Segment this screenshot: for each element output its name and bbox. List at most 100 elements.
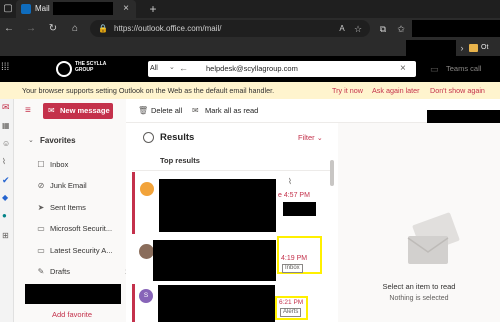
folder-label: Inbox — [50, 160, 69, 169]
select-all-checkbox[interactable] — [143, 132, 154, 143]
default-handler-banner: Your browser supports setting Outlook on… — [0, 82, 500, 99]
unread-indicator — [132, 284, 135, 322]
reading-pane-subtitle: Nothing is selected — [389, 295, 449, 302]
new-message-button[interactable]: ✉ New message — [43, 103, 113, 119]
mail-icon[interactable]: ✉ — [2, 102, 12, 112]
more-favorites-chevron-icon[interactable]: › — [458, 41, 466, 55]
scylla-logo-icon — [56, 61, 72, 77]
app-rail: ✉ ▦ ☺ ⌇ ✔ ◆ ● ⊞ — [0, 99, 14, 322]
results-header: Results — [160, 132, 195, 143]
folder-label: Sent Items — [50, 203, 86, 212]
favorite-star-icon[interactable]: ☆ — [352, 22, 364, 35]
message-item[interactable]: 4:19 PM Inbox — [132, 236, 330, 284]
extension-icon[interactable]: ⧉ — [376, 22, 390, 36]
message-item[interactable]: ⌇ e 4:57 PM — [132, 172, 330, 234]
redacted-message-content — [158, 285, 275, 322]
envelope-open-icon: ✉ — [192, 106, 199, 115]
favorites-icon[interactable]: ✩ — [394, 22, 408, 36]
message-time: 6:21 PM — [279, 299, 304, 306]
teams-app-icon[interactable]: ◆ — [2, 193, 12, 203]
favorites-folder[interactable]: Ot — [469, 43, 500, 54]
top-results-label: Top results — [160, 156, 200, 165]
folder-label: Junk Email — [50, 181, 87, 190]
compose-icon: ✉ — [48, 106, 55, 115]
folder-item-drafts[interactable]: ✎ Drafts 1 — [14, 265, 129, 279]
folder-icon — [469, 44, 478, 52]
app-launcher-icon[interactable]: ⁞⁞⁞ — [1, 62, 13, 74]
tab-title: Mail — [35, 4, 50, 13]
workspaces-icon[interactable]: ▢ — [2, 2, 14, 16]
folder-item-junk[interactable]: ⊘ Junk Email — [14, 179, 126, 193]
folder-item-inbox[interactable]: ☐ Inbox 2 — [14, 158, 131, 172]
mark-all-read-button[interactable]: ✉ Mark all as read — [192, 105, 262, 117]
message-time: e 4:57 PM — [278, 192, 310, 199]
new-tab-icon[interactable]: + — [146, 2, 160, 16]
teams-call-label[interactable]: Teams call — [446, 63, 500, 75]
close-tab-icon[interactable]: × — [120, 2, 132, 16]
more-apps-icon[interactable]: ⊞ — [2, 231, 12, 241]
junk-icon: ⊘ — [37, 181, 45, 190]
browser-tab-mail[interactable]: Mail × — [16, 0, 136, 18]
folder-icon: ▭ — [37, 246, 45, 255]
message-item[interactable]: S 6:21 PM Alerts — [132, 284, 330, 322]
chevron-down-icon: ⌄ — [169, 64, 175, 71]
attachment-icon: ⌇ — [288, 177, 292, 186]
message-list-scrollbar[interactable] — [330, 160, 334, 186]
folder-item-latest-security[interactable]: ▭ Latest Security A... — [14, 244, 126, 258]
folder-label: Latest Security A... — [50, 246, 113, 255]
lock-icon: 🔒 — [98, 24, 108, 33]
home-icon[interactable]: ⌂ — [68, 22, 82, 36]
divider — [132, 170, 332, 171]
video-camera-icon[interactable]: ▭ — [430, 63, 442, 75]
refresh-icon[interactable]: ↻ — [46, 22, 60, 36]
logo-text: THE SCYLLA GROUP — [75, 61, 107, 73]
new-message-label: New message — [60, 106, 110, 115]
url-bar[interactable]: 🔒 https://outlook.office.com/mail/ A ☆ — [90, 20, 370, 37]
message-time: 4:19 PM — [281, 255, 308, 262]
redacted-tab-title — [53, 2, 113, 15]
hamburger-menu-icon[interactable]: ≡ — [25, 105, 37, 117]
folder-item-microsoft-security[interactable]: ▭ Microsoft Securit... — [14, 222, 126, 236]
search-scope-dropdown[interactable]: All — [150, 63, 170, 75]
attachments-icon[interactable]: ⌇ — [2, 157, 12, 167]
immersive-reader-icon[interactable]: A — [336, 22, 348, 35]
add-favorite-link[interactable]: Add favorite — [52, 310, 112, 320]
chevron-down-icon: ⌄ — [316, 135, 323, 142]
filter-button[interactable]: Filter ⌄ — [298, 132, 328, 144]
ask-again-later-link[interactable]: Ask again later — [372, 85, 420, 96]
favorites-label: Favorites — [40, 136, 76, 145]
outlook-favicon-icon — [21, 4, 31, 14]
redacted-extensions — [412, 20, 500, 37]
url-text: https://outlook.office.com/mail/ — [114, 24, 222, 33]
back-arrow-icon[interactable]: ← — [179, 62, 189, 75]
sender-avatar — [140, 182, 154, 196]
people-icon[interactable]: ☺ — [2, 139, 12, 149]
search-input[interactable]: helpdesk@scyllagroup.com — [206, 63, 376, 75]
unread-indicator — [132, 172, 135, 234]
chevron-down-icon: ⌄ — [28, 137, 34, 144]
avatar-initial: S — [143, 292, 149, 299]
sender-avatar — [139, 244, 154, 259]
folder-label: Drafts — [50, 267, 71, 276]
empty-mail-illustration-icon — [404, 210, 464, 270]
redacted-favorites — [406, 40, 456, 56]
forward-icon[interactable]: → — [24, 22, 38, 36]
calendar-icon[interactable]: ▦ — [2, 121, 12, 131]
reading-pane-title: Select an item to read — [382, 282, 456, 291]
search-box[interactable]: All ⌄ ← helpdesk@scyllagroup.com × — [148, 61, 416, 77]
folder-icon: ▭ — [37, 224, 45, 233]
sent-icon: ➤ — [37, 203, 45, 212]
sender-avatar: S — [139, 289, 153, 303]
delete-all-button[interactable]: 🗑 Delete all — [138, 105, 188, 117]
folder-item-sent[interactable]: ➤ Sent Items — [14, 201, 126, 215]
delete-all-label: Delete all — [151, 106, 183, 115]
todo-icon[interactable]: ✔ — [2, 175, 12, 185]
back-icon[interactable]: ← — [2, 22, 16, 36]
try-it-now-link[interactable]: Try it now — [332, 85, 363, 96]
favorites-header[interactable]: ⌄ Favorites — [24, 135, 114, 147]
dont-show-again-link[interactable]: Don't show again — [430, 85, 485, 96]
filter-label: Filter — [298, 133, 315, 142]
clear-search-icon[interactable]: × — [400, 62, 412, 75]
folder-tag: Inbox — [282, 264, 303, 273]
sharepoint-icon[interactable]: ● — [2, 211, 12, 221]
